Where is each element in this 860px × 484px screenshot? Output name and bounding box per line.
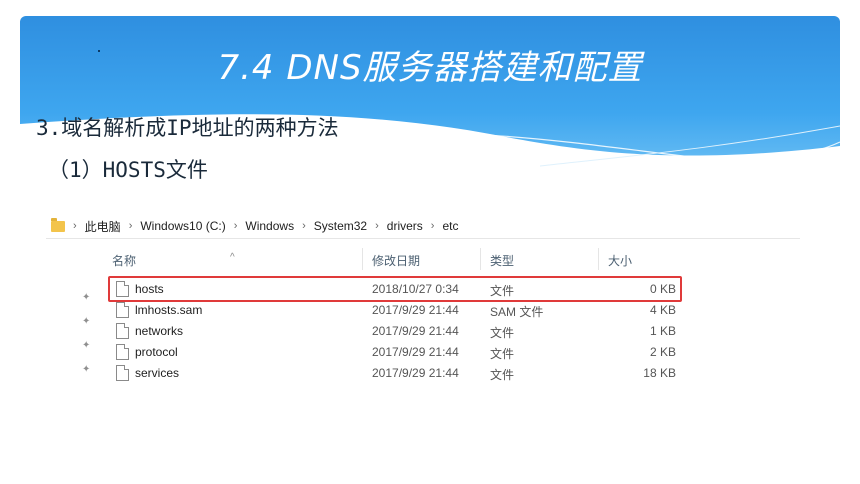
file-name: networks — [135, 324, 184, 338]
column-divider[interactable] — [362, 248, 363, 270]
column-divider[interactable] — [598, 248, 599, 270]
file-row-networks[interactable]: networks 2017/9/29 21:44 文件 1 KB — [112, 321, 682, 342]
slide-subsection: （1）HOSTS文件 — [48, 158, 208, 182]
chevron-right-icon: › — [128, 220, 133, 232]
file-row-protocol[interactable]: protocol 2017/9/29 21:44 文件 2 KB — [112, 342, 682, 363]
slide-title: 7.4 DNS服务器搭建和配置 — [217, 48, 643, 88]
slide-subtitle: 3.域名解析成IP地址的两种方法 — [36, 116, 339, 140]
file-name: lmhosts.sam — [135, 303, 203, 317]
pin-icon[interactable]: ✦ — [82, 316, 92, 327]
pin-icon[interactable]: ✦ — [82, 364, 92, 375]
breadcrumb-item[interactable]: 此电脑 — [85, 218, 121, 235]
file-icon — [116, 302, 129, 318]
file-size: 1 KB — [649, 324, 676, 338]
file-type: 文件 — [490, 347, 515, 361]
file-icon — [116, 365, 129, 381]
file-size: 2 KB — [649, 345, 676, 359]
column-header-name[interactable]: 名称 — [112, 252, 136, 269]
file-date: 2017/9/29 21:44 — [372, 324, 459, 338]
breadcrumb-item[interactable]: Windows10 (C:) — [140, 219, 225, 233]
file-icon — [116, 344, 129, 360]
file-type: 文件 — [490, 326, 515, 340]
column-header-row: 名称 ^ 修改日期 类型 大小 — [108, 246, 684, 272]
file-row-services[interactable]: services 2017/9/29 21:44 文件 18 KB — [112, 363, 682, 384]
pin-icon[interactable]: ✦ — [82, 292, 92, 303]
column-divider[interactable] — [480, 248, 481, 270]
breadcrumb-item[interactable]: Windows — [245, 219, 294, 233]
breadcrumb-item[interactable]: drivers — [387, 219, 423, 233]
chevron-right-icon: › — [430, 220, 435, 232]
hosts-highlight-box — [108, 276, 682, 302]
chevron-right-icon: › — [302, 220, 306, 232]
file-size: 18 KB — [643, 366, 676, 380]
breadcrumb-item[interactable]: etc — [442, 219, 458, 233]
file-name: protocol — [135, 345, 178, 359]
file-date: 2017/9/29 21:44 — [372, 345, 459, 359]
pin-icon[interactable]: ✦ — [82, 340, 92, 351]
file-type: 文件 — [490, 368, 515, 382]
breadcrumb-item[interactable]: System32 — [314, 219, 367, 233]
file-size: 4 KB — [649, 303, 676, 317]
address-bar[interactable]: › 此电脑 › Windows10 (C:) › Windows › Syste… — [46, 214, 800, 239]
column-header-type[interactable]: 类型 — [490, 252, 514, 269]
chevron-right-icon: › — [233, 220, 238, 232]
file-name: services — [135, 366, 180, 380]
file-explorer: › 此电脑 › Windows10 (C:) › Windows › Syste… — [46, 214, 800, 410]
file-date: 2017/9/29 21:44 — [372, 303, 459, 317]
folder-icon — [51, 217, 65, 232]
chevron-right-icon: › — [73, 220, 77, 232]
file-date: 2017/9/29 21:44 — [372, 366, 459, 380]
column-header-size[interactable]: 大小 — [608, 252, 632, 269]
file-row-lmhosts[interactable]: lmhosts.sam 2017/9/29 21:44 SAM 文件 4 KB — [112, 300, 682, 321]
column-header-date[interactable]: 修改日期 — [372, 252, 420, 269]
file-type: SAM 文件 — [490, 305, 544, 319]
chevron-right-icon: › — [375, 220, 379, 232]
file-icon — [116, 323, 129, 339]
sort-ascending-icon: ^ — [230, 252, 235, 263]
